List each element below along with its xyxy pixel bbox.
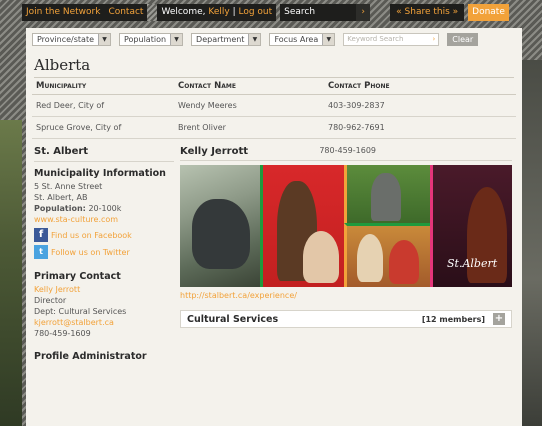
primary-title: Director	[34, 296, 67, 305]
primary-contact-heading: Primary Contact	[34, 271, 121, 282]
twitter-link[interactable]: Follow us on Twitter	[51, 247, 130, 258]
festival-figure	[357, 234, 383, 282]
table-row[interactable]: Spruce Grove, City of Brent Oliver 780-9…	[32, 116, 516, 139]
address-line: 5 St. Anne Street	[34, 182, 103, 191]
contact-name-cell: Brent Oliver	[174, 116, 324, 139]
statue-photo	[344, 165, 430, 223]
municipality-cell[interactable]: Spruce Grove, City of	[32, 116, 174, 139]
contact-link[interactable]: Contact	[104, 4, 148, 21]
contact-phone-cell: 403-309-2837	[324, 94, 516, 117]
top-nav: Join the Network Contact Welcome, Kelly …	[22, 4, 542, 21]
singer-photo: St.Albert	[430, 165, 512, 287]
city-sidebar: St. Albert Municipality Information 5 St…	[34, 146, 174, 364]
welcome-label: Welcome,	[161, 7, 206, 17]
twitter-icon[interactable]: t	[34, 245, 48, 259]
keyword-placeholder: Keyword Search	[347, 34, 404, 43]
profile-admin-heading: Profile Administrator	[34, 351, 147, 362]
column-header: Municipality	[32, 78, 174, 95]
performer-photo	[260, 165, 344, 287]
sculpture-shape	[192, 199, 250, 269]
population-value: 20-100k	[88, 204, 122, 213]
primary-phone: 780-459-1609	[34, 329, 91, 338]
filter-bar: Province/state ▼ Population ▼ Department…	[26, 28, 522, 46]
background-photo-left	[0, 120, 22, 426]
facebook-row[interactable]: f Find us on Facebook	[34, 228, 174, 242]
address-line: St. Albert, AB	[34, 193, 88, 202]
city-name[interactable]: St. Albert	[34, 146, 174, 162]
background-photo-right	[522, 60, 542, 426]
services-right: [12 members] +	[422, 313, 505, 325]
search-go-icon[interactable]: ›	[356, 4, 371, 21]
info-heading: Municipality Information	[34, 168, 166, 179]
username-link[interactable]: Kelly	[208, 7, 229, 17]
contacts-table: Municipality Contact Name Contact Phone …	[32, 78, 516, 139]
expand-plus-icon[interactable]: +	[493, 313, 505, 325]
city-main: Kelly Jerrott 780-459-1609 St.Albert htt…	[180, 146, 516, 328]
region-title: Alberta	[34, 56, 514, 78]
search-input[interactable]: Search	[280, 4, 357, 21]
population-select[interactable]: Population ▼	[119, 32, 184, 46]
sculpture-photo	[180, 165, 260, 287]
main-panel: Province/state ▼ Population ▼ Department…	[26, 28, 522, 426]
website-link[interactable]: www.sta-culture.com	[34, 214, 174, 225]
column-header: Contact Name	[174, 78, 324, 95]
clear-button[interactable]: Clear	[447, 32, 479, 46]
donate-button[interactable]: Donate	[468, 4, 509, 21]
twitter-row[interactable]: t Follow us on Twitter	[34, 245, 174, 259]
primary-dept: Dept: Cultural Services	[34, 307, 127, 316]
members-count: [12 members]	[421, 314, 485, 324]
facebook-icon[interactable]: f	[34, 228, 48, 242]
cultural-services-bar[interactable]: Cultural Services [12 members] +	[180, 310, 512, 328]
festival-photo	[344, 223, 430, 287]
experience-link[interactable]: http://stalbert.ca/experience/	[180, 291, 516, 300]
chevron-down-icon[interactable]: ▼	[322, 33, 335, 45]
focus-area-select-label: Focus Area	[274, 34, 319, 44]
province-select-label: Province/state	[37, 34, 94, 44]
statue-figure	[371, 173, 401, 221]
photo-collage: St.Albert	[180, 165, 512, 287]
services-title: Cultural Services	[187, 313, 279, 325]
municipality-cell[interactable]: Red Deer, City of	[32, 94, 174, 117]
table-header-row: Municipality Contact Name Contact Phone	[32, 78, 516, 95]
primary-email-link[interactable]: kjerrott@stalbert.ca	[34, 317, 174, 328]
department-select[interactable]: Department ▼	[191, 32, 262, 46]
chevron-down-icon[interactable]: ▼	[248, 33, 261, 45]
primary-name-link[interactable]: Kelly Jerrott	[34, 284, 174, 295]
population-select-label: Population	[124, 34, 167, 44]
table-row[interactable]: Red Deer, City of Wendy Meeres 403-309-2…	[32, 94, 516, 117]
focus-area-select[interactable]: Focus Area ▼	[269, 32, 336, 46]
accordion-figure	[389, 240, 419, 284]
search-go-icon[interactable]: ›	[432, 34, 435, 45]
population-line: Population: 20-100k	[34, 203, 174, 214]
keyword-search-input[interactable]: Keyword Search ›	[343, 32, 440, 46]
column-header: Contact Phone	[324, 78, 516, 95]
population-label: Population:	[34, 204, 86, 213]
chevron-down-icon[interactable]: ▼	[98, 33, 110, 45]
nav-separator	[147, 4, 158, 21]
st-albert-logo: St.Albert	[447, 257, 498, 270]
contact-phone-cell: 780-962-7691	[324, 116, 516, 139]
province-select[interactable]: Province/state ▼	[32, 32, 111, 46]
city-contact-row: Kelly Jerrott 780-459-1609	[180, 146, 512, 161]
department-select-label: Department	[196, 34, 245, 44]
welcome-text: Welcome, Kelly | Log out	[157, 4, 277, 21]
logout-link[interactable]: Log out	[238, 7, 272, 17]
contact-name-cell: Wendy Meeres	[174, 94, 324, 117]
facebook-link[interactable]: Find us on Facebook	[51, 230, 132, 241]
contact-phone: 780-459-1609	[319, 146, 376, 155]
child-figure	[303, 231, 339, 283]
share-button[interactable]: « Share this »	[390, 4, 465, 21]
chevron-down-icon[interactable]: ▼	[170, 33, 183, 45]
join-network-link[interactable]: Join the Network	[22, 4, 105, 21]
contact-name: Kelly Jerrott	[180, 146, 249, 157]
